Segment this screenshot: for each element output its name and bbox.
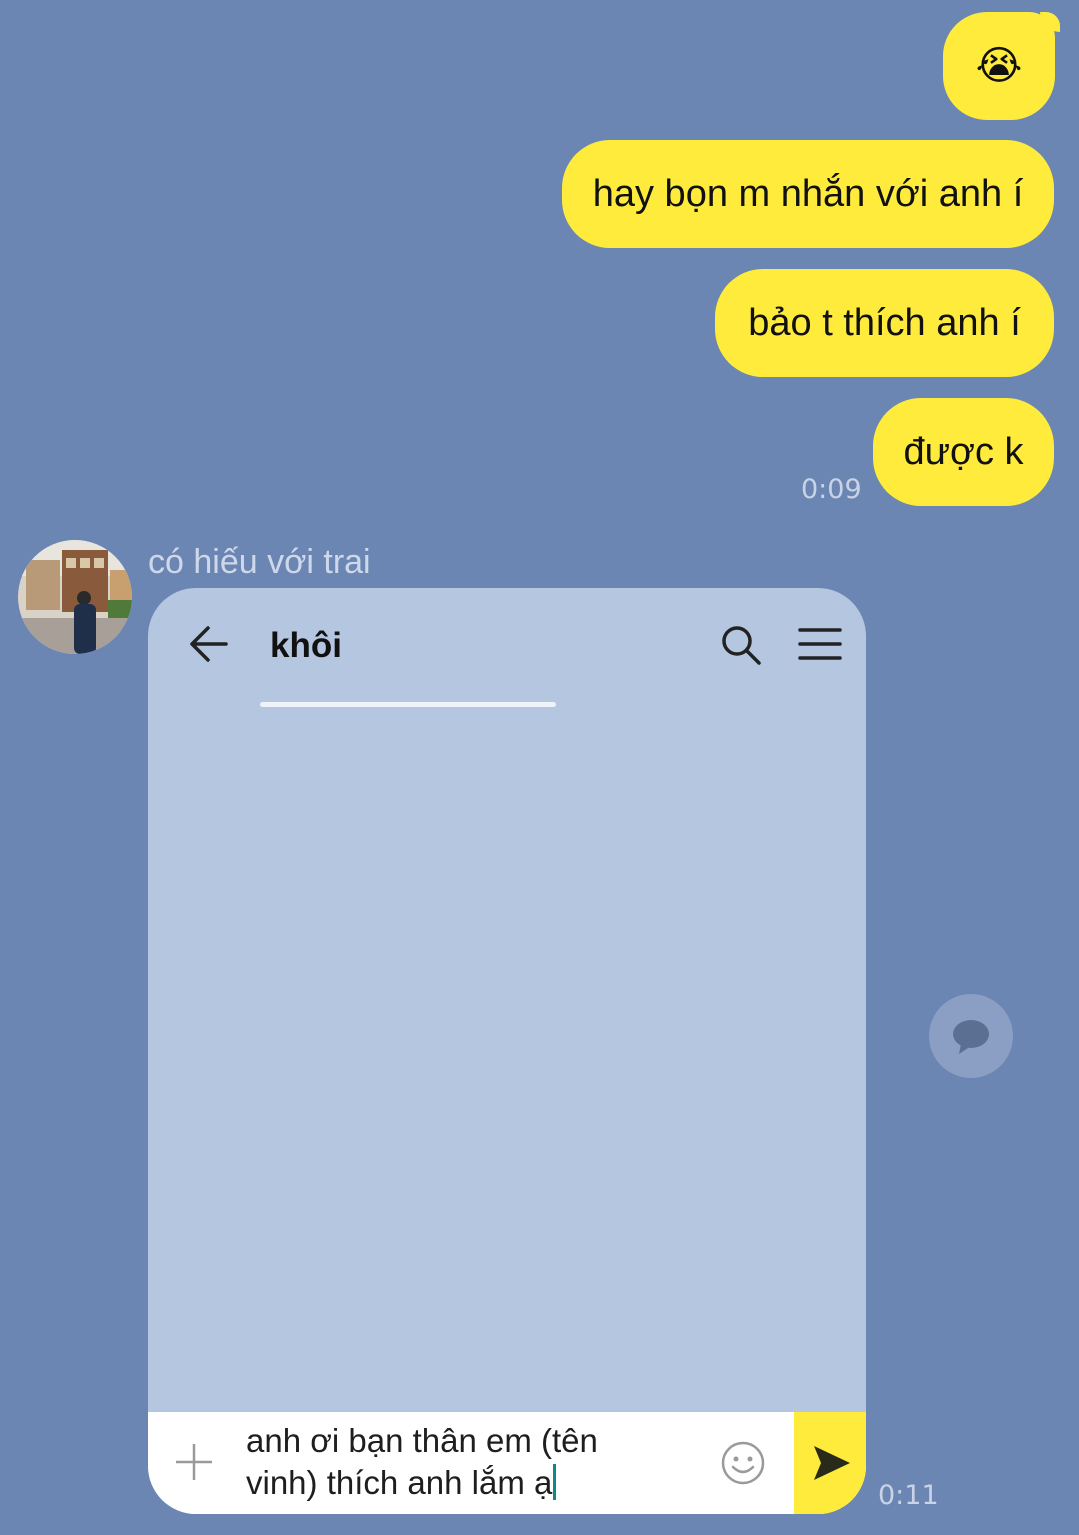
screenshot-header: khôi [148,588,866,700]
screenshot-input-bar: anh ơi bạn thân em (tên vinh) thích anh … [148,1412,866,1514]
hamburger-menu-icon [798,628,842,660]
message-text: được k [903,431,1024,473]
input-line: anh ơi bạn thân em (tên [246,1422,598,1459]
chat-bubble-icon [953,1020,989,1054]
divider [260,702,556,707]
message-bubble[interactable]: hay bọn m nhắn với anh í [562,140,1054,248]
message-time: 0:11 [878,1480,939,1511]
sender-name: có hiếu với trai [148,543,371,581]
input-line: vinh) thích anh lắm ạ [246,1464,553,1501]
shared-screenshot-image[interactable]: khôi anh ơi bạn thân em (tên vinh) thích… [148,588,866,1514]
message-text: hay bọn m nhắn với anh í [592,173,1024,215]
quick-reply-button[interactable] [929,994,1013,1078]
arrow-left-icon [190,626,228,662]
text-caret [553,1464,557,1500]
message-bubble[interactable]: được k [873,398,1054,506]
message-bubble[interactable]: bảo t thích anh í [715,269,1054,377]
message-time: 0:09 [801,474,862,505]
message-text: bảo t thích anh í [748,302,1021,344]
send-button [794,1412,866,1514]
search-icon [722,626,761,665]
screenshot-chat-title: khôi [270,626,342,665]
smiley-icon [721,1441,765,1485]
crying-emoji: 😭 [975,44,1023,88]
screenshot-input-text: anh ơi bạn thân em (tên vinh) thích anh … [246,1420,686,1504]
avatar[interactable] [18,540,132,654]
message-bubble-emoji[interactable]: 😭 [943,12,1055,120]
plus-icon [176,1444,212,1480]
send-arrow-icon [814,1446,850,1480]
